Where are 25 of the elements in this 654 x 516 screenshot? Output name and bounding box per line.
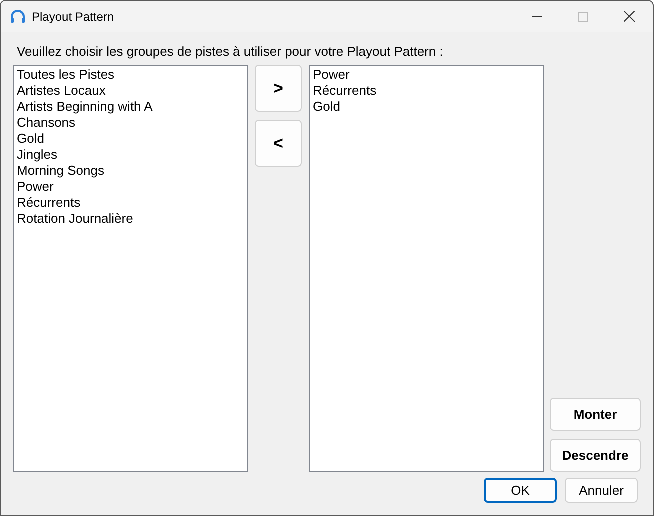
window-title: Playout Pattern <box>32 8 114 26</box>
dialog-button[interactable]: OK <box>484 478 557 503</box>
list-box[interactable]: Toutes les Pistes Artistes Locaux Artists Beginning with A Chansons Gold Jingles Morning Songs Power Récurrents Rotation Journalière <box>13 65 248 472</box>
list-item[interactable]: Power <box>313 67 543 83</box>
list-item[interactable]: Toutes les Pistes <box>17 67 247 83</box>
list-item[interactable]: Power <box>17 179 247 195</box>
list-item[interactable]: Gold <box>17 131 247 147</box>
headphones-icon <box>10 8 26 24</box>
list-item[interactable]: Artistes Locaux <box>17 83 247 99</box>
close-icon[interactable] <box>624 11 635 22</box>
list-item[interactable]: Récurrents <box>313 83 543 99</box>
list-item[interactable]: Artists Beginning with A <box>17 99 247 115</box>
list-item[interactable]: Chansons <box>17 115 247 131</box>
transfer-button[interactable]: < <box>255 120 302 167</box>
list-item[interactable]: Jingles <box>17 147 247 163</box>
order-button[interactable]: Monter <box>550 398 641 431</box>
list-item[interactable]: Récurrents <box>17 195 247 211</box>
list-box[interactable]: Power Récurrents Gold <box>309 65 544 472</box>
dialog-button[interactable]: Annuler <box>565 478 638 503</box>
list-item[interactable]: Gold <box>313 99 543 115</box>
prompt-text: Veuillez choisir les groupes de pistes à utiliser pour votre Playout Pattern : <box>16 44 444 60</box>
transfer-button[interactable]: > <box>255 65 302 112</box>
list-item[interactable]: Rotation Journalière <box>17 211 247 227</box>
list-item[interactable]: Morning Songs <box>17 163 247 179</box>
order-button[interactable]: Descendre <box>550 439 641 472</box>
